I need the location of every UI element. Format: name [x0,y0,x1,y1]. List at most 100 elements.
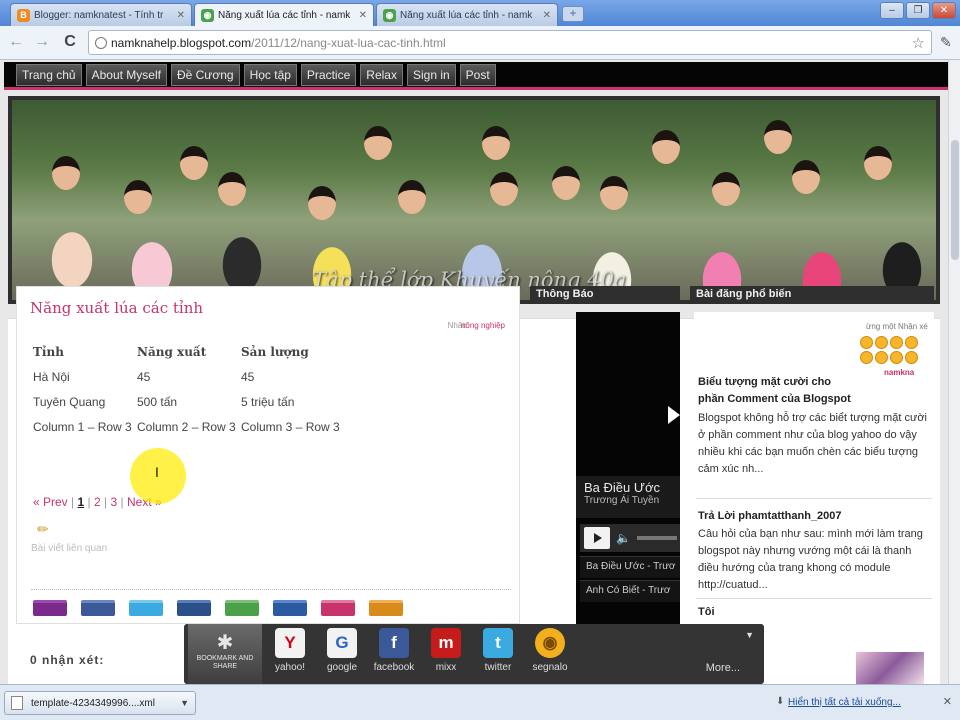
share-dropdown-arrow-icon[interactable]: ▼ [745,630,754,640]
page-link-2[interactable]: 2 [94,495,101,509]
music-video-player[interactable]: Ba Điều Ước Trương Ái Tuyền 🔈 Ba Điều Ướ… [576,312,680,624]
nav-item-practice[interactable]: Practice [300,63,357,86]
popular-post-title[interactable]: Trả Lời phamtatthanh_2007 [698,508,930,525]
nav-item-post[interactable]: Post [459,63,496,86]
download-arrow-icon: ⬇ [776,696,785,707]
page-favicon-icon: ◉ [383,8,396,22]
table-row: Column 1 – Row 3 Column 2 – Row 3 Column… [33,415,340,440]
share-icon[interactable] [369,600,403,616]
pager-separator: | [87,495,91,509]
nav-item-home[interactable]: Trang chủ [16,63,82,86]
download-bar: template-4234349996....xml ▼ ⬇ Hiển thị … [0,684,960,720]
post-label-link[interactable]: nông nghiệp [461,321,505,330]
tab-close-icon[interactable]: ✕ [543,10,551,21]
comments-heading: 0 nhận xét: [30,653,105,667]
playlist-item[interactable]: Anh Có Biết - Trươ [580,580,680,602]
share-more-link[interactable]: More... [706,662,740,674]
tab-close-icon[interactable]: ✕ [177,10,185,21]
social-share-strip [33,600,403,616]
emoticon-caption: ừng một Nhận xé [866,322,928,331]
volume-icon[interactable]: 🔈 [616,531,631,545]
yahoo-share-icon[interactable] [33,600,67,616]
prev-page-link[interactable]: « Prev [33,495,68,509]
share-icon[interactable] [177,600,211,616]
download-item[interactable]: template-4234349996....xml ▼ [4,691,196,715]
service-label: google [326,662,358,673]
popular-post-item[interactable]: Trả Lời phamtatthanh_2007 [698,508,930,525]
facebook-share-icon[interactable] [81,600,115,616]
popular-post-title[interactable]: Tôi [698,604,930,621]
table-cell: Tuyên Quang [33,395,106,409]
back-arrow-icon[interactable]: ← [6,33,26,51]
reload-icon[interactable]: C [60,33,80,51]
share-facebook-button[interactable]: f facebook [368,628,420,673]
blog-navigation: Trang chủ About Myself Đề Cương Học tập … [4,62,948,90]
table-cell: 5 triệu tấn [241,395,295,409]
photo-person [764,120,792,154]
bookmark-star-icon[interactable]: ☆ [912,34,925,52]
share-google-button[interactable]: G google [316,628,368,673]
popular-post-title[interactable]: Biểu tượng mặt cười cho phần Comment của… [698,374,858,408]
tab-close-icon[interactable]: ✕ [359,10,367,21]
volume-slider[interactable] [636,536,677,540]
page-scrollbar[interactable] [948,60,960,684]
chevron-down-icon[interactable]: ▼ [180,698,189,708]
forward-arrow-icon[interactable]: → [32,33,52,51]
edit-pencil-icon[interactable]: ✏ [37,521,49,538]
share-icon[interactable] [321,600,355,616]
table-cell: 45 [241,370,255,384]
close-window-button[interactable]: ✕ [932,2,956,19]
related-posts-heading: Bài viết liên quan [31,543,108,554]
share-icon[interactable] [225,600,259,616]
text-cursor-icon: I [155,464,159,480]
divider [696,498,932,499]
popular-post-item[interactable]: Tôi [698,604,930,621]
post-title[interactable]: Năng xuất lúa các tỉnh [30,299,203,317]
tab-nang-xuat-2[interactable]: ◉ Năng xuất lúa các tỉnh - namk ✕ [376,3,558,26]
blogger-favicon-icon: B [17,8,30,22]
scrollbar-thumb[interactable] [951,140,959,260]
share-twitter-button[interactable]: t twitter [472,628,524,673]
nav-item-outline[interactable]: Đề Cương [170,63,240,86]
twitter-share-icon[interactable] [129,600,163,616]
show-all-downloads-link[interactable]: Hiển thị tất cả tải xuống... [788,697,901,708]
popular-post-item[interactable]: Biểu tượng mặt cười cho phần Comment của… [698,374,858,408]
new-tab-button[interactable]: + [562,6,584,22]
nav-item-relax[interactable]: Relax [360,63,403,86]
address-bar[interactable]: namknahelp.blogspot.com /2011/12/nang-xu… [88,30,932,55]
share-icon[interactable] [273,600,307,616]
close-download-bar-icon[interactable]: ✕ [943,695,952,708]
wrench-menu-icon[interactable]: ✎ [940,34,952,51]
anime-thumbnail-image[interactable] [856,652,924,684]
video-play-icon[interactable] [668,406,680,424]
nav-item-sign-in[interactable]: Sign in [406,63,456,86]
page-link-3[interactable]: 3 [111,495,118,509]
bookmark-and-share-button[interactable]: ✱ BOOKMARK AND SHARE [188,624,262,684]
tab-blogger[interactable]: B Blogger: namknatest - Tính tr ✕ [10,3,192,26]
emoticon-thumbnail [860,336,922,364]
file-icon [11,696,23,710]
video-artist: Trương Ái Tuyền [584,495,660,506]
minimize-button[interactable]: – [880,2,904,19]
smiley-icon [860,351,873,364]
share-asterisk-icon: ✱ [216,632,234,654]
tab-nang-xuat-active[interactable]: ◉ Năng xuất lúa các tỉnh - namk ✕ [194,3,374,26]
share-yahoo-button[interactable]: Y yahoo! [264,628,316,673]
smiley-icon [905,351,918,364]
yahoo-icon: Y [275,628,305,658]
video-overlay: Ba Điều Ước Trương Ái Tuyền [576,476,680,518]
pager-separator: | [71,495,75,509]
photo-person [398,180,426,214]
page-link-1[interactable]: 1 [78,495,85,509]
playlist-item[interactable]: Ba Điều Ước - Trươ [580,556,680,578]
photo-person [490,172,518,206]
share-segnalo-button[interactable]: ◉ segnalo [524,628,576,673]
play-button[interactable] [584,527,610,549]
photo-person [52,156,80,190]
nav-item-study[interactable]: Học tập [243,63,297,86]
player-controls: 🔈 [580,524,680,552]
share-mixx-button[interactable]: m mixx [420,628,472,673]
maximize-button[interactable]: ❐ [906,2,930,19]
popular-posts-title: Bài đăng phổ biến [690,286,934,304]
nav-item-about[interactable]: About Myself [85,63,167,86]
